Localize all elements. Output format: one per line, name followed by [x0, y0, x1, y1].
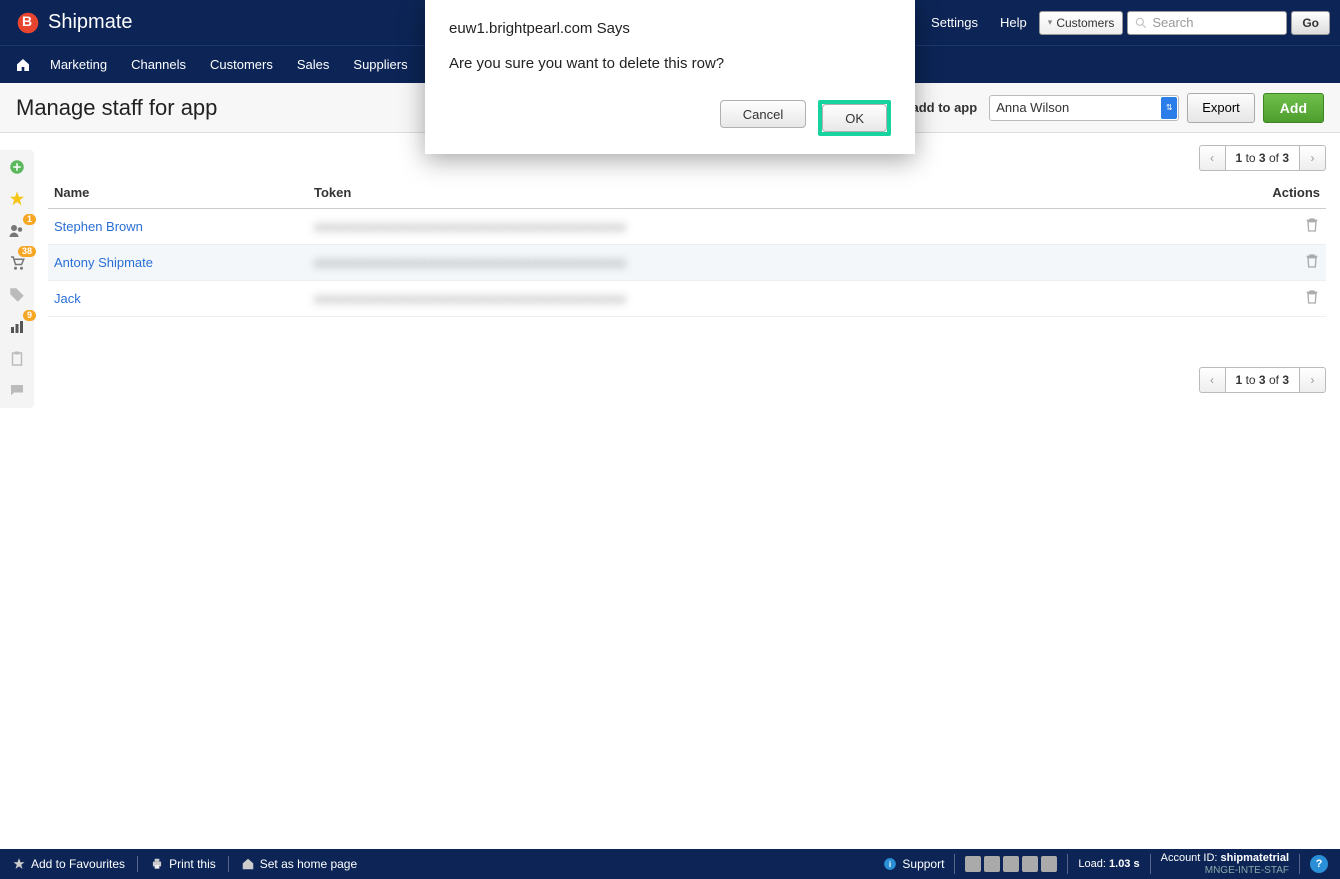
youtube-icon[interactable]	[1041, 856, 1057, 872]
social-icons	[965, 856, 1057, 872]
users-badge: 1	[23, 214, 36, 225]
logo-icon	[16, 11, 40, 35]
account-info: Account ID: shipmatetrial MNGE-INTE-STAF	[1161, 852, 1289, 875]
help-circle-button[interactable]: ?	[1310, 855, 1328, 873]
export-button[interactable]: Export	[1187, 93, 1255, 123]
quick-chart-button[interactable]: 9	[6, 316, 28, 338]
row-name-link[interactable]: Stephen Brown	[54, 219, 143, 234]
search-scope-label: Customers	[1056, 16, 1114, 30]
pagination-next[interactable]: ›	[1300, 145, 1326, 171]
quick-chat-button[interactable]	[6, 380, 28, 402]
tag-icon	[8, 286, 26, 304]
row-token: xxxxxxxxxxxxxxxxxxxxxxxxxxxxxxxxxxxxxxxx…	[314, 255, 626, 270]
logo-area: Shipmate	[16, 11, 133, 35]
table-row: Stephen Brown xxxxxxxxxxxxxxxxxxxxxxxxxx…	[48, 209, 1326, 245]
chart-badge: 9	[23, 310, 36, 321]
plus-circle-icon	[8, 158, 26, 176]
quick-icon-dock: 1 38 9	[0, 150, 34, 408]
search-icon	[1134, 16, 1148, 30]
th-token: Token	[308, 177, 1246, 209]
content-area: ‹ 1 to 3 of 3 › Name Token Actions Steph…	[40, 133, 1340, 393]
footer: Add to Favourites Print this Set as home…	[0, 849, 1340, 879]
row-name-link[interactable]: Jack	[54, 291, 81, 306]
row-name-link[interactable]: Antony Shipmate	[54, 255, 153, 270]
rss-icon[interactable]	[965, 856, 981, 872]
staff-table: Name Token Actions Stephen Brown xxxxxxx…	[48, 177, 1326, 317]
row-token: xxxxxxxxxxxxxxxxxxxxxxxxxxxxxxxxxxxxxxxx…	[314, 291, 626, 306]
pagination-info: 1 to 3 of 3	[1225, 367, 1300, 393]
user-select-value: Anna Wilson	[996, 100, 1069, 115]
cancel-button[interactable]: Cancel	[720, 100, 806, 128]
twitter-icon[interactable]	[984, 856, 1000, 872]
chart-icon	[8, 318, 26, 336]
add-favourites-button[interactable]: Add to Favourites	[12, 857, 125, 871]
table-header-row: Name Token Actions	[48, 177, 1326, 209]
load-info: Load: 1.03 s	[1078, 858, 1139, 870]
table-row: Antony Shipmate xxxxxxxxxxxxxxxxxxxxxxxx…	[48, 245, 1326, 281]
set-home-button[interactable]: Set as home page	[241, 857, 357, 871]
quick-add-button[interactable]	[6, 156, 28, 178]
help-link[interactable]: Help	[1000, 15, 1027, 30]
support-button[interactable]: i Support	[883, 857, 944, 871]
nav-customers[interactable]: Customers	[198, 57, 285, 72]
home-icon	[241, 857, 255, 871]
quick-cart-button[interactable]: 38	[6, 252, 28, 274]
th-name: Name	[48, 177, 308, 209]
chevron-down-icon: ⇅	[1161, 97, 1177, 119]
search-scope-dropdown[interactable]: Customers	[1039, 11, 1124, 35]
print-button[interactable]: Print this	[150, 857, 216, 871]
nav-sales[interactable]: Sales	[285, 57, 342, 72]
search-input[interactable]: Search	[1127, 11, 1287, 35]
quick-users-button[interactable]: 1	[6, 220, 28, 242]
user-select[interactable]: Anna Wilson ⇅	[989, 95, 1179, 121]
users-icon	[8, 222, 26, 240]
add-button[interactable]: Add	[1263, 93, 1324, 123]
star-icon	[8, 190, 26, 208]
cart-badge: 38	[18, 246, 36, 257]
star-icon	[12, 857, 26, 871]
clipboard-icon	[8, 350, 26, 368]
go-button[interactable]: Go	[1291, 11, 1330, 35]
nav-channels[interactable]: Channels	[119, 57, 198, 72]
dialog-title: euw1.brightpearl.com Says	[449, 20, 891, 37]
page-title: Manage staff for app	[16, 95, 217, 121]
pagination-bottom: ‹ 1 to 3 of 3 ›	[48, 367, 1326, 393]
home-button[interactable]	[8, 57, 38, 73]
th-actions: Actions	[1246, 177, 1326, 209]
top-links: Settings Help	[931, 15, 1027, 30]
pagination-prev[interactable]: ‹	[1199, 367, 1225, 393]
ok-button[interactable]: OK	[822, 104, 887, 132]
home-icon	[15, 57, 31, 73]
printer-icon	[150, 857, 164, 871]
svg-text:i: i	[889, 860, 891, 869]
trash-icon[interactable]	[1304, 217, 1320, 233]
ok-highlight: OK	[818, 100, 891, 136]
search-placeholder: Search	[1152, 15, 1193, 30]
nav-suppliers[interactable]: Suppliers	[341, 57, 419, 72]
trash-icon[interactable]	[1304, 289, 1320, 305]
quick-tag-button[interactable]	[6, 284, 28, 306]
quick-clipboard-button[interactable]	[6, 348, 28, 370]
pagination-info: 1 to 3 of 3	[1225, 145, 1300, 171]
info-icon: i	[883, 857, 897, 871]
linkedin-icon[interactable]	[1022, 856, 1038, 872]
facebook-icon[interactable]	[1003, 856, 1019, 872]
quick-star-button[interactable]	[6, 188, 28, 210]
confirm-dialog: euw1.brightpearl.com Says Are you sure y…	[425, 0, 915, 154]
pagination-next[interactable]: ›	[1300, 367, 1326, 393]
table-row: Jack xxxxxxxxxxxxxxxxxxxxxxxxxxxxxxxxxxx…	[48, 281, 1326, 317]
nav-marketing[interactable]: Marketing	[38, 57, 119, 72]
dialog-message: Are you sure you want to delete this row…	[449, 55, 891, 72]
pagination-prev[interactable]: ‹	[1199, 145, 1225, 171]
trash-icon[interactable]	[1304, 253, 1320, 269]
app-name: Shipmate	[48, 11, 133, 34]
chat-icon	[8, 382, 26, 400]
row-token: xxxxxxxxxxxxxxxxxxxxxxxxxxxxxxxxxxxxxxxx…	[314, 219, 626, 234]
settings-link[interactable]: Settings	[931, 15, 978, 30]
